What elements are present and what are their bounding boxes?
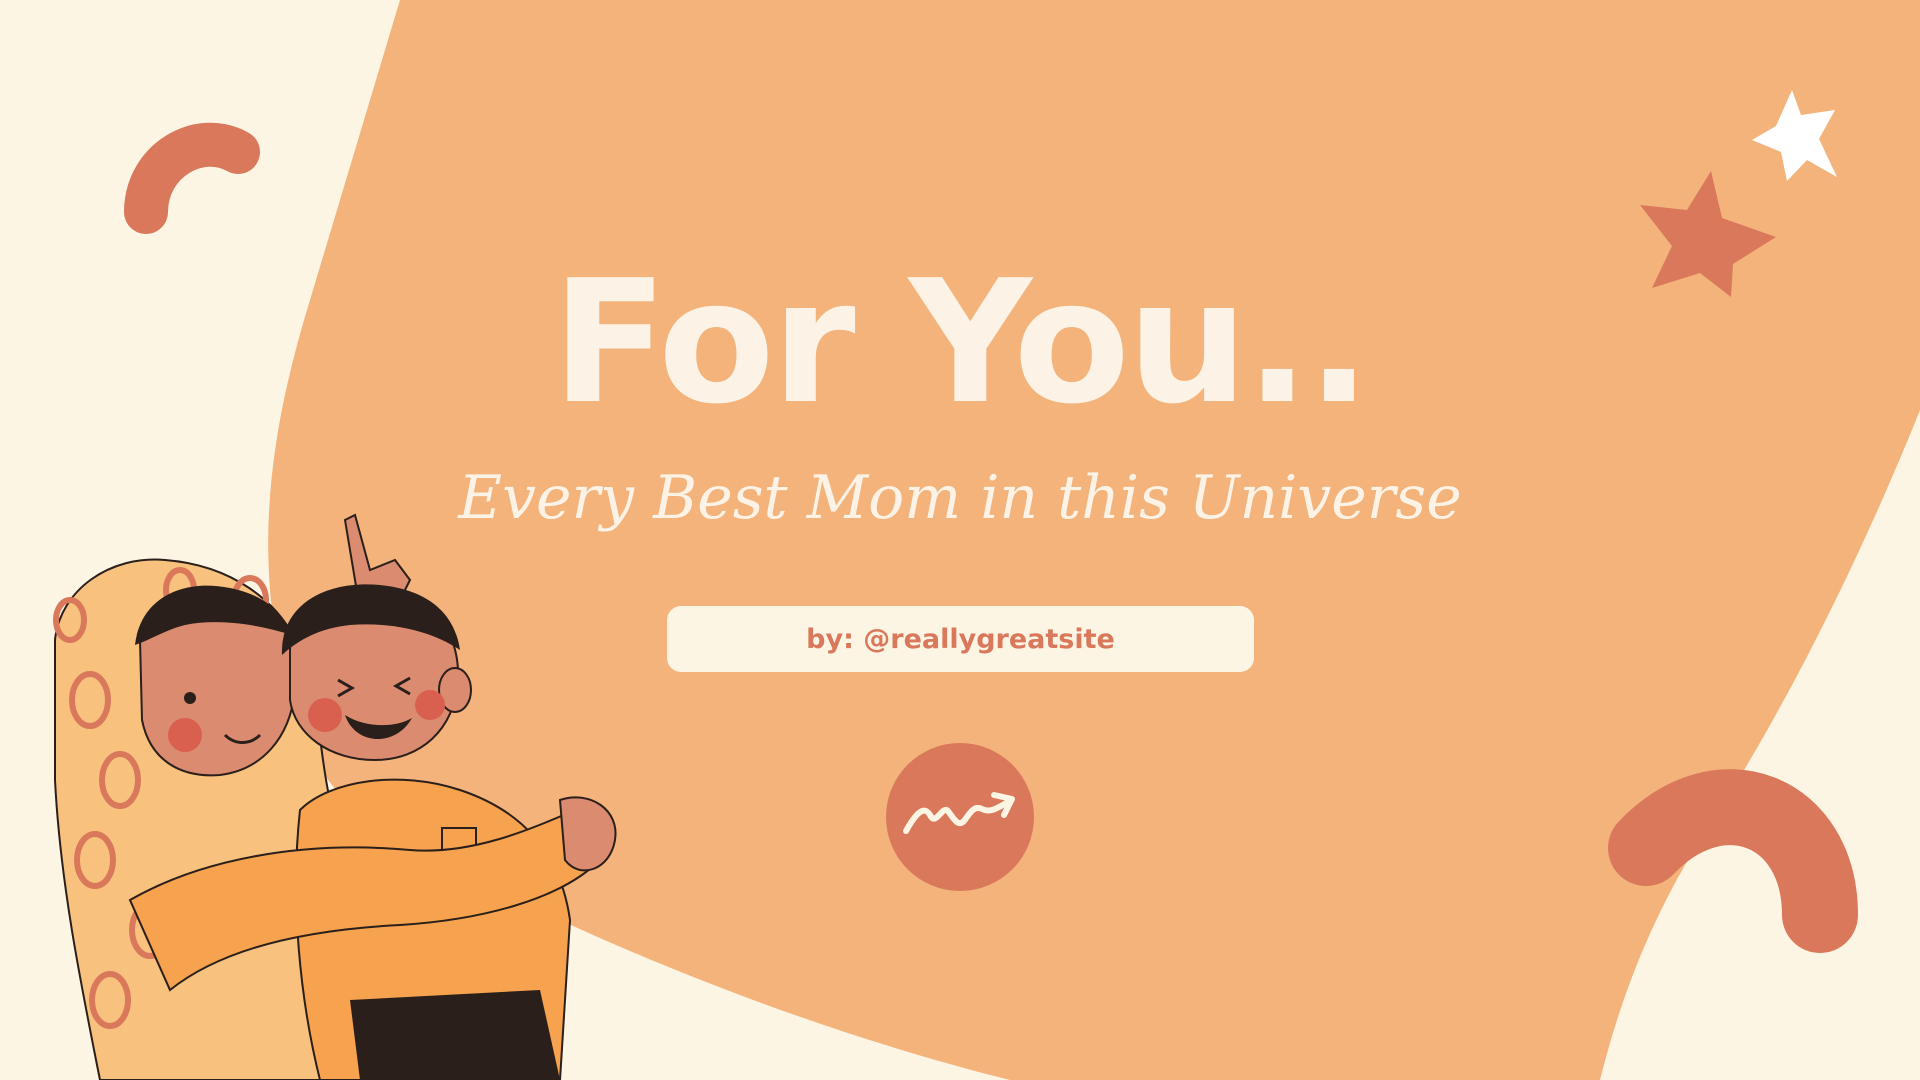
byline-text: by: @reallygreatsite bbox=[806, 623, 1115, 655]
mother-hugging-child-illustration bbox=[53, 513, 617, 1080]
byline-pill: by: @reallygreatsite bbox=[667, 606, 1254, 672]
card-title: For You.. bbox=[551, 244, 1372, 442]
logo-badge bbox=[886, 743, 1034, 891]
squiggle-arrow-icon bbox=[903, 792, 1015, 834]
card-canvas: For You.. Every Best Mom in this Univers… bbox=[0, 0, 1920, 1080]
card-subtitle: Every Best Mom in this Universe bbox=[458, 463, 1462, 533]
